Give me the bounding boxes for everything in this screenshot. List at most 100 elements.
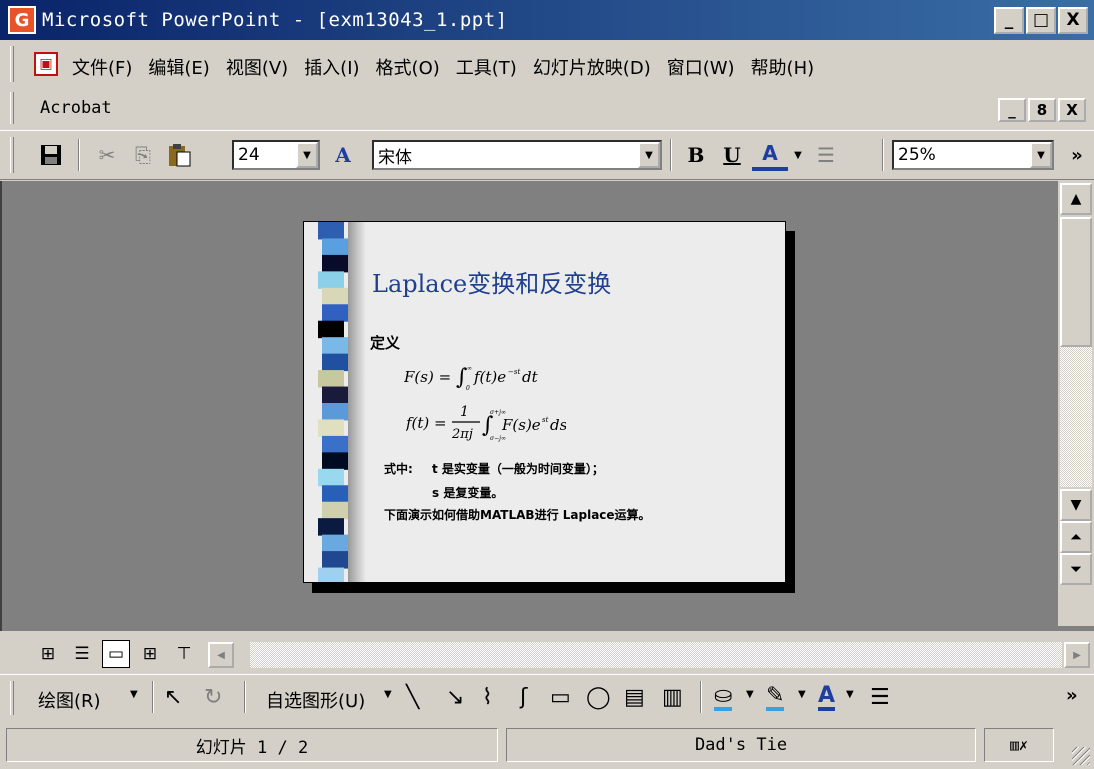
svg-text:f(t) =: f(t) =: [406, 414, 447, 432]
menu-format[interactable]: 格式(O): [368, 50, 448, 84]
slide-title[interactable]: Laplace变换和反变换: [372, 264, 611, 299]
acrobat-grip[interactable]: [10, 92, 14, 124]
design-template-name: Dad's Tie: [506, 728, 976, 762]
slide-canvas[interactable]: Laplace变换和反变换 定义 F(s) = ∫ ∞ 0 f(t)e −st …: [303, 221, 786, 583]
select-pointer-icon[interactable]: ↖: [164, 685, 182, 710]
line-tool-icon[interactable]: ╲: [406, 685, 419, 710]
strip-block: [318, 271, 344, 289]
svg-text:σ+j∞: σ+j∞: [490, 409, 506, 416]
font-size-combo[interactable]: 24 ▼: [232, 140, 320, 170]
svg-text:F(s)e: F(s)e: [501, 416, 541, 434]
cut-icon[interactable]: ✂: [90, 139, 124, 171]
note-line-2: s 是复变量。: [432, 486, 504, 500]
powerpoint-app-icon[interactable]: G: [8, 6, 36, 34]
menubar-grip[interactable]: [10, 46, 14, 82]
toolbar-grip[interactable]: [10, 137, 14, 173]
font-color-button[interactable]: A: [752, 139, 788, 171]
slide-show-view-icon[interactable]: ⊤: [170, 640, 198, 668]
menu-view[interactable]: 视图(V): [218, 50, 296, 84]
chevron-down-icon[interactable]: ▼: [638, 142, 660, 168]
curve-tool-icon[interactable]: ʃ: [520, 685, 527, 710]
line-style-icon[interactable]: ☰: [870, 685, 890, 710]
fill-color-icon[interactable]: ⛀: [714, 685, 733, 711]
note-line-1: t 是实变量（一般为时间变量）；: [432, 462, 604, 476]
vertical-scrollbar[interactable]: ▲ ▼ ⏶ ⏷: [1058, 181, 1094, 626]
text-box-icon[interactable]: ▤: [624, 685, 645, 710]
menu-file[interactable]: 文件(F): [64, 50, 140, 84]
strip-block: [322, 485, 348, 503]
close-button[interactable]: X: [1058, 7, 1088, 34]
scroll-down-icon[interactable]: ▼: [1060, 489, 1092, 521]
spelling-status-icon[interactable]: ▥✗: [984, 728, 1054, 762]
autoshapes-menu-button[interactable]: 自选图形(U): [266, 687, 365, 713]
zoom-value: 25%: [898, 145, 936, 165]
maximize-button[interactable]: □: [1026, 7, 1056, 34]
rectangle-tool-icon[interactable]: ▭: [550, 685, 571, 710]
chevron-down-icon[interactable]: ▼: [746, 689, 754, 700]
chevron-down-icon[interactable]: ▼: [798, 689, 806, 700]
menu-insert[interactable]: 插入(I): [296, 50, 367, 84]
save-icon[interactable]: [34, 139, 68, 171]
menu-tools[interactable]: 工具(T): [448, 50, 525, 84]
chevron-down-icon[interactable]: ▼: [846, 689, 854, 700]
doc-restore-button[interactable]: 8: [1028, 98, 1056, 122]
bullets-icon[interactable]: ☰: [810, 139, 842, 171]
doc-minimize-button[interactable]: _: [998, 98, 1026, 122]
minimize-button[interactable]: _: [994, 7, 1024, 34]
drawbar-more-icon[interactable]: »: [1066, 685, 1078, 706]
strip-block: [318, 518, 344, 536]
underline-button[interactable]: U: [716, 139, 748, 171]
menu-help[interactable]: 帮助(H): [743, 50, 823, 84]
drawbar-separator: [152, 681, 154, 713]
chevron-down-icon[interactable]: ▼: [790, 139, 806, 171]
drawbar-separator: [244, 681, 246, 713]
font-name-combo[interactable]: 宋体 ▼: [372, 140, 662, 170]
scroll-up-icon[interactable]: ▲: [1060, 183, 1092, 215]
outline-view-icon[interactable]: ☰: [68, 640, 96, 668]
chevron-down-icon[interactable]: ▼: [384, 689, 392, 700]
scroll-left-icon[interactable]: ◀: [208, 642, 234, 668]
grow-font-icon[interactable]: A: [326, 139, 360, 171]
strip-block: [322, 534, 348, 553]
next-slide-icon[interactable]: ⏷: [1060, 553, 1092, 585]
chevron-down-icon[interactable]: ▼: [296, 142, 318, 168]
previous-slide-icon[interactable]: ⏶: [1060, 521, 1092, 553]
doc-close-button[interactable]: X: [1058, 98, 1086, 122]
bold-button[interactable]: B: [680, 139, 712, 171]
strip-block: [318, 222, 344, 240]
zoom-combo[interactable]: 25% ▼: [892, 140, 1054, 170]
document-icon[interactable]: ▣: [34, 52, 58, 76]
chevron-down-icon[interactable]: ▼: [1030, 142, 1052, 168]
wordart-icon[interactable]: ▥: [662, 685, 683, 710]
line-color-icon[interactable]: ✎: [766, 685, 785, 711]
slide-counter: 幻灯片 1 / 2: [6, 728, 498, 762]
paste-icon[interactable]: [162, 139, 196, 171]
connector-tool-icon[interactable]: ⌇: [482, 685, 493, 710]
oval-tool-icon[interactable]: ◯: [586, 685, 611, 710]
menu-acrobat[interactable]: Acrobat: [40, 98, 112, 118]
menu-window[interactable]: 窗口(W): [659, 50, 743, 84]
menu-edit[interactable]: 编辑(E): [140, 50, 217, 84]
toolbar-more-icon[interactable]: »: [1066, 139, 1088, 171]
chevron-down-icon[interactable]: ▼: [130, 689, 138, 700]
draw-menu-button[interactable]: 绘图(R): [38, 687, 101, 713]
draw-font-color-icon[interactable]: A: [818, 685, 836, 711]
slide-sorter-view-icon[interactable]: ⊞: [136, 640, 164, 668]
inverse-laplace-formula: f(t) = 1 2πj ∫ σ+j∞ σ−j∞ F(s)e st ds: [405, 400, 568, 450]
normal-view-icon[interactable]: ⊞: [34, 640, 62, 668]
slide-strip-shade: [348, 222, 366, 582]
menu-slideshow[interactable]: 幻灯片放映(D): [525, 50, 659, 84]
free-rotate-icon[interactable]: ↻: [204, 685, 222, 710]
svg-text:2πj: 2πj: [451, 427, 473, 442]
resize-grip-icon[interactable]: [1072, 747, 1090, 765]
arrow-tool-icon[interactable]: ↘: [446, 685, 464, 710]
horizontal-scrollbar-track[interactable]: [250, 642, 1062, 668]
scroll-right-icon[interactable]: ▶: [1064, 642, 1090, 668]
copy-icon[interactable]: ⎘: [126, 139, 160, 171]
slide-view-icon[interactable]: ▭: [102, 640, 130, 668]
font-size-value: 24: [238, 145, 260, 165]
drawbar-grip[interactable]: [10, 681, 14, 715]
scrollbar-thumb[interactable]: [1060, 217, 1092, 347]
view-bar: ⊞ ☰ ▭ ⊞ ⊤ ◀ ▶: [0, 636, 1094, 672]
scrollbar-track[interactable]: [1060, 347, 1092, 487]
